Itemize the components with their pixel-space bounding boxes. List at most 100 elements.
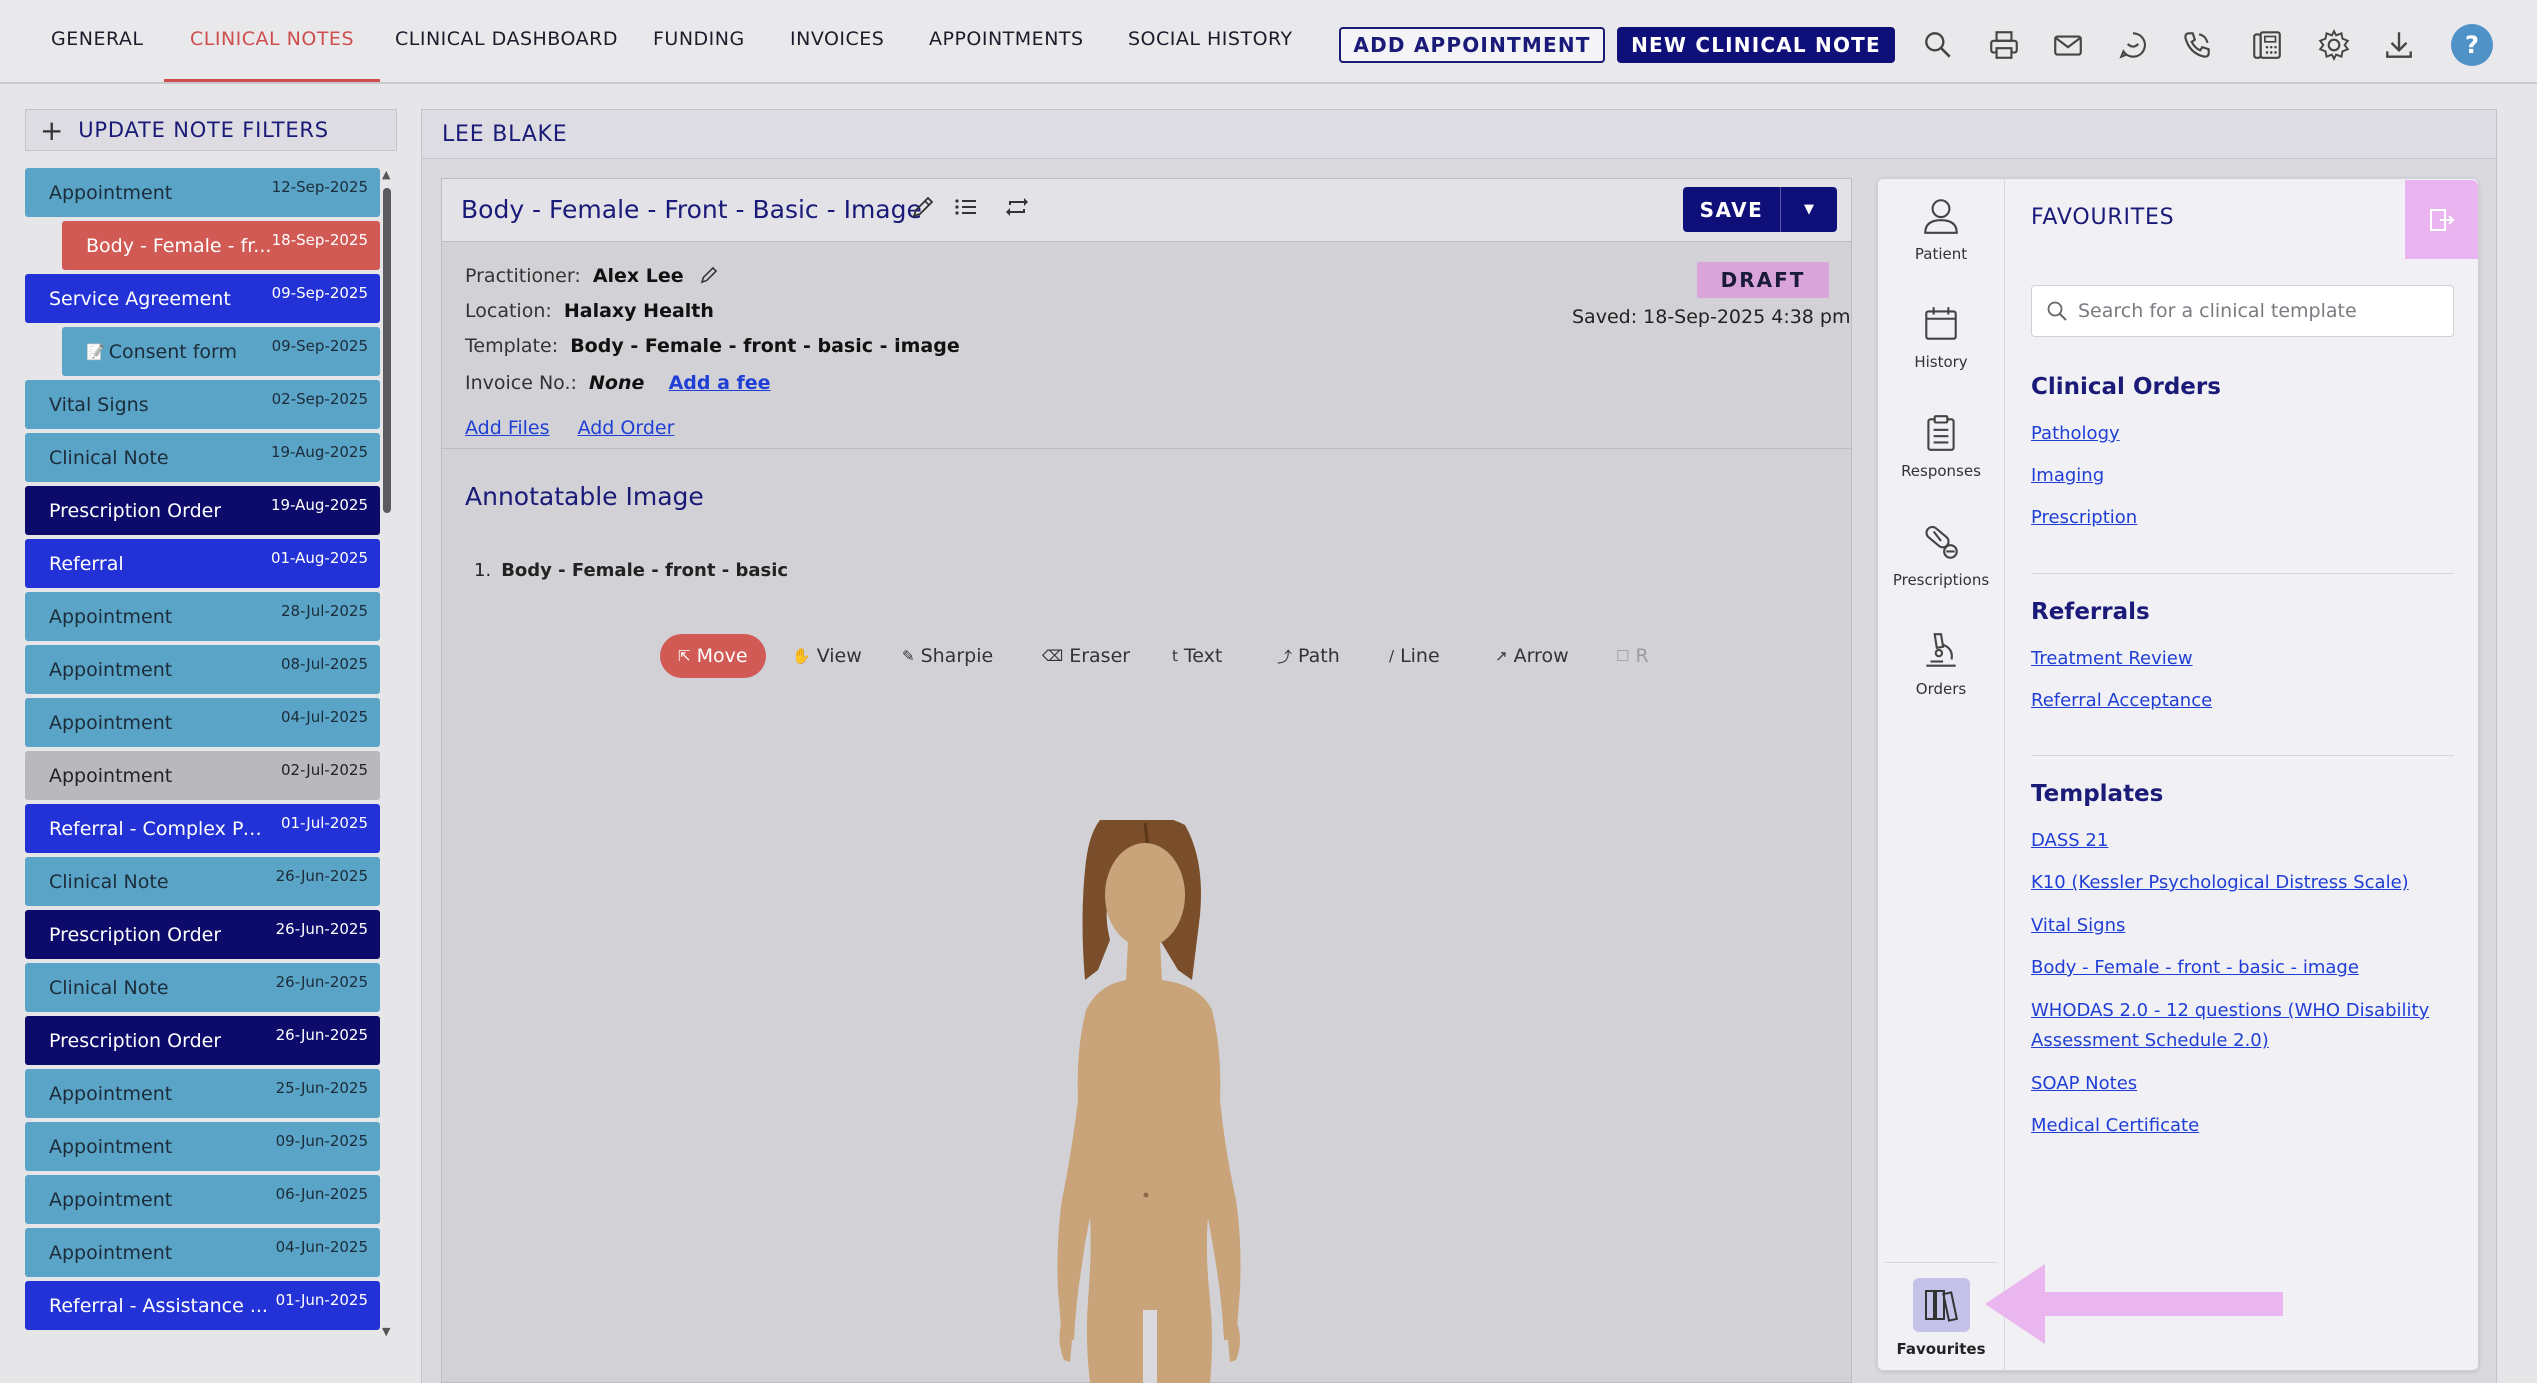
link-body-female-front[interactable]: Body - Female - front - basic - image [2031,953,2359,983]
notes-scrollbar[interactable]: ▲ ▼ [380,168,394,1338]
phone-icon[interactable] [2180,28,2214,62]
scrollbar-thumb[interactable] [383,188,391,513]
note-label: Appointment [49,764,173,787]
tab-clinical-notes[interactable]: CLINICAL NOTES [163,28,381,82]
note-list-item[interactable]: Prescription Order 26-Jun-2025 [25,1016,380,1065]
rail-prescriptions[interactable]: Prescriptions [1877,521,2005,589]
mail-icon[interactable] [2051,28,2085,62]
tab-appointments[interactable]: APPOINTMENTS [929,28,1084,82]
note-list-item[interactable]: Appointment 12-Sep-2025 [25,168,380,217]
note-list-item[interactable]: Prescription Order 19-Aug-2025 [25,486,380,535]
note-list-item[interactable]: Appointment 28-Jul-2025 [25,592,380,641]
note-list-item[interactable]: Clinical Note 26-Jun-2025 [25,963,380,1012]
tool-arrow[interactable]: ↗ Arrow [1495,634,1569,678]
tab-general[interactable]: GENERAL [51,28,143,82]
edit-title-icon[interactable] [909,193,937,221]
tool-path[interactable]: ⤴ Path [1277,634,1340,678]
image-list-item: 1. Body - Female - front - basic [474,560,788,581]
tool-move[interactable]: ⇱ Move [660,634,766,678]
link-pathology[interactable]: Pathology [2031,419,2120,449]
rail-responses[interactable]: Responses [1877,412,2005,480]
help-icon[interactable]: ? [2451,24,2493,66]
favourites-rail-button[interactable] [1913,1278,1970,1332]
note-list-item[interactable]: Appointment 09-Jun-2025 [25,1122,380,1171]
link-soap-notes[interactable]: SOAP Notes [2031,1069,2137,1099]
note-list-item[interactable]: Referral 01-Aug-2025 [25,539,380,588]
note-list-item[interactable]: 📝 Consent form 09-Sep-2025 [62,327,380,376]
body-female-front-image[interactable] [1000,820,1300,1383]
cursor-icon: ⇱ [678,647,691,665]
scroll-down-icon[interactable]: ▼ [382,1325,390,1338]
note-list-item[interactable]: Appointment 04-Jul-2025 [25,698,380,747]
link-vital-signs[interactable]: Vital Signs [2031,911,2125,941]
note-list-item[interactable]: Service Agreement 09-Sep-2025 [25,274,380,323]
note-list-item[interactable]: Appointment 02-Jul-2025 [25,751,380,800]
scroll-up-icon[interactable]: ▲ [382,168,390,181]
note-list-item[interactable]: Appointment 06-Jun-2025 [25,1175,380,1224]
note-list-item[interactable]: Referral - Assistance ... 01-Jun-2025 [25,1281,380,1330]
gear-icon[interactable] [2317,28,2351,62]
new-clinical-note-button[interactable]: NEW CLINICAL NOTE [1617,27,1895,63]
search-icon[interactable] [1921,28,1955,62]
add-order-link[interactable]: Add Order [578,417,675,439]
tab-clinical-dashboard[interactable]: CLINICAL DASHBOARD [395,28,618,82]
practitioner-row: Practitioner: Alex Lee [465,264,720,287]
note-label: Clinical Note [49,870,169,893]
tool-eraser[interactable]: ⌫ Eraser [1042,634,1130,678]
template-label: Template: [465,335,559,357]
close-panel-button[interactable] [2405,180,2478,259]
list-icon[interactable] [952,193,980,221]
link-treatment-review[interactable]: Treatment Review [2031,644,2193,674]
rail-orders[interactable]: Orders [1877,630,2005,698]
link-medical-certificate[interactable]: Medical Certificate [2031,1111,2199,1141]
note-list-item[interactable]: Vital Signs 02-Sep-2025 [25,380,380,429]
download-icon[interactable] [2382,28,2416,62]
tab-funding[interactable]: FUNDING [653,28,745,82]
tool-rectangle[interactable]: ☐ R [1616,634,1649,678]
edit-practitioner-icon[interactable] [698,264,720,286]
link-whodas[interactable]: WHODAS 2.0 - 12 questions (WHO Disabilit… [2031,996,2429,1026]
note-list-item[interactable]: Referral - Complex Per... 01-Jul-2025 [25,804,380,853]
add-fee-link[interactable]: Add a fee [669,372,771,394]
link-dass-21[interactable]: DASS 21 [2031,826,2108,856]
favourites-title: FAVOURITES [2031,205,2175,230]
link-prescription[interactable]: Prescription [2031,503,2137,533]
group-title-referrals: Referrals [2031,599,2150,625]
repeat-icon[interactable] [1003,193,1031,221]
tool-sharpie[interactable]: ✎ Sharpie [902,634,993,678]
note-list-item[interactable]: Clinical Note 19-Aug-2025 [25,433,380,482]
tab-invoices[interactable]: INVOICES [790,28,884,82]
tool-view[interactable]: ✋ View [792,634,862,678]
note-list-item[interactable]: Prescription Order 26-Jun-2025 [25,910,380,959]
rail-history[interactable]: History [1877,303,2005,371]
tool-text[interactable]: t Text [1172,634,1222,678]
update-note-filters-button[interactable]: + UPDATE NOTE FILTERS [25,109,397,151]
link-k10[interactable]: K10 (Kessler Psychological Distress Scal… [2031,868,2409,898]
tab-social-history[interactable]: SOCIAL HISTORY [1128,28,1293,82]
patient-name-header: LEE BLAKE [421,109,2497,159]
tool-eraser-label: Eraser [1069,645,1131,667]
note-list-item[interactable]: Appointment 08-Jul-2025 [25,645,380,694]
note-list-item[interactable]: Clinical Note 26-Jun-2025 [25,857,380,906]
note-list-item[interactable]: Body - Female - fr... 18-Sep-2025 [62,221,380,270]
fax-icon[interactable] [2250,28,2284,62]
invoice-row: Invoice No.: None Add a fee [465,372,771,394]
link-imaging[interactable]: Imaging [2031,461,2104,491]
note-date: 04-Jul-2025 [280,708,368,726]
update-note-filters-label: UPDATE NOTE FILTERS [78,118,329,142]
note-list-item[interactable]: Appointment 04-Jun-2025 [25,1228,380,1277]
rail-patient[interactable]: Patient [1877,195,2005,263]
save-button[interactable]: SAVE [1683,187,1781,232]
link-whodas-continued[interactable]: Assessment Schedule 2.0) [2031,1026,2269,1056]
print-icon[interactable] [1987,28,2021,62]
add-appointment-button[interactable]: ADD APPOINTMENT [1339,27,1605,63]
template-search-input[interactable] [2078,300,2438,322]
link-referral-acceptance[interactable]: Referral Acceptance [2031,686,2212,716]
save-options-dropdown[interactable]: ▼ [1781,187,1837,232]
divider [2031,755,2454,756]
add-files-link[interactable]: Add Files [465,417,550,439]
sms-icon[interactable] [2116,28,2150,62]
tool-line[interactable]: ∕ Line [1389,634,1440,678]
note-list-item[interactable]: Appointment 25-Jun-2025 [25,1069,380,1118]
note-date: 12-Sep-2025 [271,178,368,196]
